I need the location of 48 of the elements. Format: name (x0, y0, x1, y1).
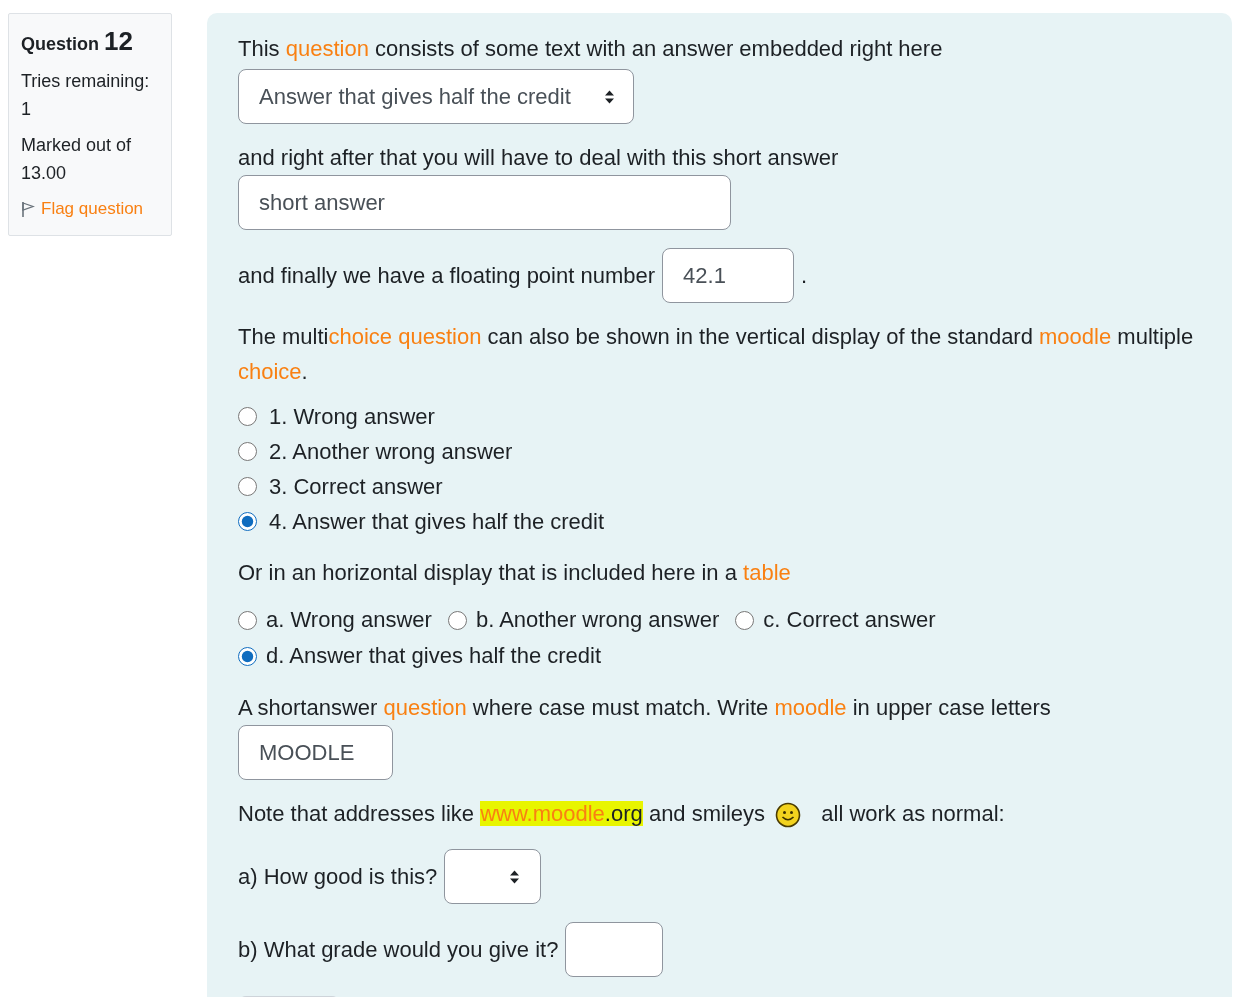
radio-button[interactable] (238, 477, 257, 496)
link[interactable]: choice (238, 359, 302, 384)
radio-button[interactable] (238, 442, 257, 461)
dropdown[interactable]: Answer that gives half the credit (238, 69, 634, 124)
option-label: a. Wrong answer (266, 607, 432, 633)
link[interactable]: moodle (1039, 324, 1112, 349)
question-text: Or in an horizontal display that is included here in a table (238, 559, 792, 587)
highlighted-text: .org (604, 801, 643, 826)
flag-question-link[interactable]: Flag question (21, 199, 144, 219)
dropdown[interactable] (444, 849, 542, 904)
radio-button[interactable] (238, 407, 257, 426)
text-field[interactable] (565, 922, 664, 977)
question-text: A shortanswer question where case must match. Write moodle in upper case letters (238, 694, 1052, 722)
marked-out-of: Marked out of 13.00 (21, 134, 133, 185)
text-field[interactable]: MOODLE (238, 725, 393, 780)
link[interactable]: table (743, 560, 791, 585)
question-text: and right after that you will have to deal with this short answer (238, 144, 840, 172)
radio-button[interactable] (238, 646, 257, 666)
question-text: This question consists of some text with an answer embedded right here (238, 35, 944, 63)
link[interactable]: question (285, 36, 369, 61)
tries-remaining: Tries remaining: 1 (21, 70, 151, 121)
updown-caret-icon (509, 868, 521, 885)
smiley-icon (775, 802, 802, 829)
option-label: 2. Another wrong answer (269, 438, 513, 465)
option-label: d. Answer that gives half the credit (266, 643, 602, 669)
updown-caret-icon (604, 88, 615, 105)
link[interactable]: moodle (774, 695, 847, 720)
radio-button[interactable] (447, 610, 467, 630)
radio-button[interactable] (238, 610, 257, 630)
text-field[interactable]: short answer (238, 175, 731, 230)
question-text: Note that addresses like www.moodle.org and smileys all work as normal: (238, 796, 1202, 831)
link[interactable]: www.moodle (480, 801, 605, 826)
question-text: The multichoice question can also be shown in the vertical display of the standard moodle multiple choice. (238, 323, 1195, 386)
link[interactable]: choice question (328, 324, 482, 349)
radio-button[interactable] (238, 512, 257, 531)
period-text: . (801, 262, 808, 289)
link[interactable]: question (383, 695, 467, 720)
option-label: 3. Correct answer (269, 473, 443, 500)
option-label: b. Another wrong answer (475, 607, 720, 633)
option-label: 4. Answer that gives half the credit (269, 508, 605, 535)
question-text: b) What grade would you give it? (238, 936, 559, 963)
option-label: 1. Wrong answer (269, 403, 435, 430)
radio-button[interactable] (735, 610, 755, 630)
question-text: and finally we have a floating point number (238, 262, 656, 289)
text-field[interactable]: 42.1 (662, 248, 795, 303)
option-label: c. Correct answer (763, 607, 936, 633)
question-number: Question 12 (21, 26, 134, 57)
question-text: a) How good is this? (238, 863, 438, 890)
